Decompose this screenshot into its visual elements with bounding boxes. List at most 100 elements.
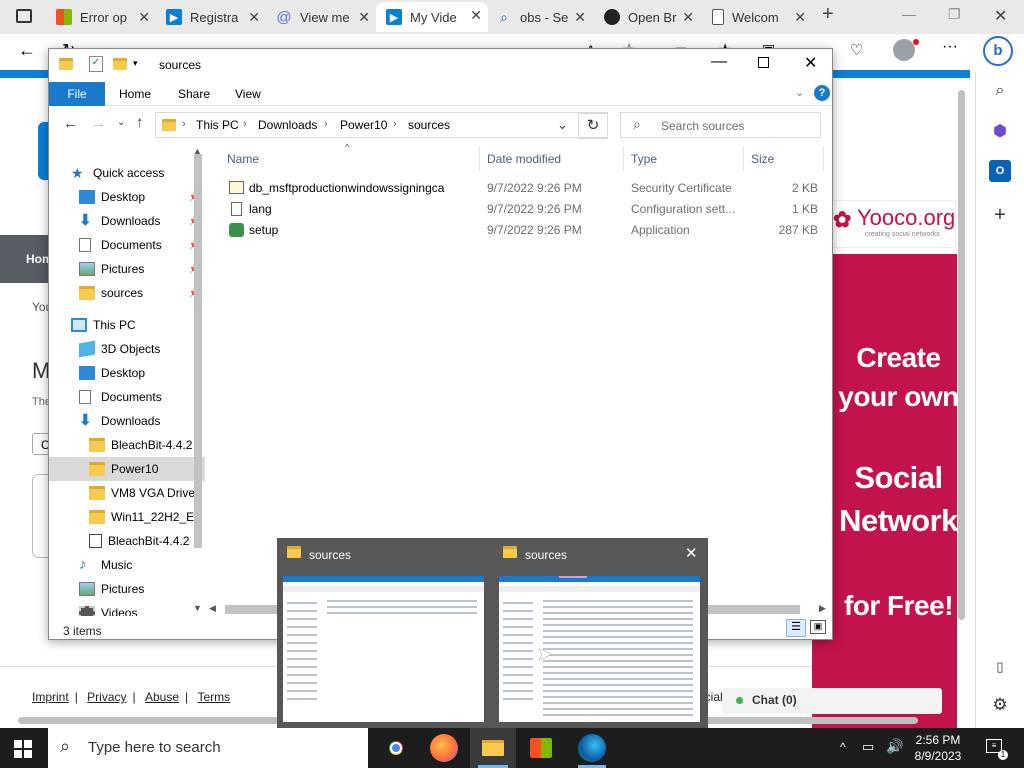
- tab-welcom[interactable]: Welcom ✕: [712, 4, 812, 30]
- recent-locations-icon[interactable]: ⌄: [117, 117, 125, 128]
- column-type[interactable]: Type: [631, 152, 657, 166]
- network-icon[interactable]: ▭: [862, 739, 874, 755]
- outlook-icon[interactable]: O: [989, 160, 1011, 182]
- footer-link-terms[interactable]: Terms: [197, 690, 230, 704]
- maximize-button[interactable]: ❐: [948, 6, 961, 23]
- sidebar-toggle-icon[interactable]: ▯: [989, 656, 1011, 678]
- nav-power10[interactable]: Power10: [49, 457, 205, 481]
- new-folder-icon[interactable]: [113, 58, 127, 70]
- file-row[interactable]: db_msftproductionwindowssigningca 9/7/20…: [225, 178, 825, 199]
- back-icon[interactable]: ←: [63, 115, 78, 132]
- nav-quick-access[interactable]: ★ Quick access: [49, 161, 205, 185]
- search-icon[interactable]: ⌕: [989, 80, 1011, 102]
- nav-quick-sources[interactable]: sources 📌: [49, 281, 205, 305]
- column-size[interactable]: Size: [751, 152, 774, 166]
- close-tab-icon[interactable]: ✕: [138, 9, 150, 26]
- nav-scroll-down-icon[interactable]: ▼: [193, 603, 202, 613]
- column-name[interactable]: Name: [227, 152, 259, 166]
- nav-pc-documents[interactable]: Documents: [49, 385, 205, 409]
- chat-button[interactable]: Chat (0): [722, 688, 942, 714]
- search-input[interactable]: ⌕ Search sources: [620, 112, 821, 138]
- profile-avatar[interactable]: [893, 39, 915, 61]
- extensions-icon[interactable]: ♡: [850, 41, 863, 59]
- tab-open-br[interactable]: Open Br ✕: [604, 4, 700, 30]
- minimize-button[interactable]: —: [902, 6, 916, 22]
- address-box[interactable]: › This PC › Downloads › Power10 › source…: [155, 112, 608, 138]
- minimize-button[interactable]: —: [711, 53, 727, 71]
- breadcrumb-power10[interactable]: Power10: [340, 118, 387, 132]
- column-date[interactable]: Date modified: [487, 152, 561, 166]
- nav-this-pc[interactable]: This PC: [49, 313, 205, 337]
- window-thumbnail-1[interactable]: sources: [277, 538, 492, 728]
- taskbar-search-box[interactable]: ⌕ Type here to search: [48, 728, 368, 768]
- footer-link-imprint[interactable]: Imprint: [32, 690, 69, 704]
- nav-videos[interactable]: Videos: [49, 601, 205, 616]
- settings-icon[interactable]: ⚙: [989, 694, 1011, 716]
- add-icon[interactable]: +: [989, 204, 1011, 226]
- details-view-icon[interactable]: ☰: [786, 619, 806, 637]
- tab-view[interactable]: View: [235, 82, 261, 106]
- close-tab-icon[interactable]: ✕: [470, 7, 482, 24]
- breadcrumb-sources[interactable]: sources: [408, 118, 450, 132]
- maximize-button[interactable]: [758, 57, 769, 68]
- nav-quick-pictures[interactable]: Pictures 📌: [49, 257, 205, 281]
- close-thumbnail-button[interactable]: ✕: [685, 544, 698, 562]
- help-icon[interactable]: ?: [814, 85, 830, 101]
- more-options-icon[interactable]: ···: [942, 38, 958, 56]
- tab-error-op[interactable]: Error op ✕: [56, 4, 156, 30]
- nav-win11[interactable]: Win11_22H2_En: [49, 505, 205, 529]
- tab-file[interactable]: File: [49, 82, 105, 106]
- nav-bleachbit-2[interactable]: BleachBit-4.4.2: [49, 529, 205, 553]
- page-button-c[interactable]: C: [32, 433, 50, 455]
- shopping-icon[interactable]: ⬢: [989, 120, 1011, 142]
- nav-pc-desktop[interactable]: Desktop: [49, 361, 205, 385]
- tab-actions-icon[interactable]: [16, 9, 32, 23]
- tab-my-vide[interactable]: ▶ My Vide ✕: [376, 2, 488, 32]
- nav-vm8-vga[interactable]: VM8 VGA Drive: [49, 481, 205, 505]
- file-row[interactable]: lang 9/7/2022 9:26 PM Configuration sett…: [225, 199, 825, 220]
- close-tab-icon[interactable]: ✕: [682, 9, 694, 26]
- file-row[interactable]: setup 9/7/2022 9:26 PM Application 287 K…: [225, 220, 825, 241]
- quick-access-toolbar-dropdown-icon[interactable]: ▾: [133, 58, 138, 69]
- page-vertical-scrollbar[interactable]: [958, 90, 965, 620]
- nav-quick-desktop[interactable]: Desktop 📌: [49, 185, 205, 209]
- nav-quick-downloads[interactable]: ⬇ Downloads 📌: [49, 209, 205, 233]
- volume-icon[interactable]: 🔊: [886, 738, 903, 755]
- footer-link-privacy[interactable]: Privacy: [87, 690, 126, 704]
- tab-registra[interactable]: ▶ Registra ✕: [166, 4, 266, 30]
- nav-pictures[interactable]: Pictures: [49, 577, 205, 601]
- window-thumbnail-2[interactable]: sources ✕: [493, 538, 708, 728]
- tab-home[interactable]: Home: [119, 82, 151, 106]
- nav-pane-scrollbar[interactable]: [194, 154, 202, 548]
- show-hidden-icons-icon[interactable]: ^: [840, 740, 846, 754]
- nav-music[interactable]: ♪ Music: [49, 553, 205, 577]
- close-tab-icon[interactable]: ✕: [574, 9, 586, 26]
- bing-copilot-icon[interactable]: b: [983, 36, 1013, 66]
- close-button[interactable]: ✕: [994, 6, 1007, 26]
- close-tab-icon[interactable]: ✕: [358, 9, 370, 26]
- close-button[interactable]: ✕: [804, 53, 817, 73]
- nav-3d-objects[interactable]: 3D Objects: [49, 337, 205, 361]
- close-tab-icon[interactable]: ✕: [248, 9, 260, 26]
- refresh-button[interactable]: ↻: [578, 113, 608, 139]
- forward-icon[interactable]: →: [91, 115, 106, 132]
- store-icon[interactable]: [530, 738, 552, 758]
- address-dropdown-icon[interactable]: ⌄: [557, 117, 568, 133]
- system-clock[interactable]: 2:56 PM 8/9/2023: [912, 732, 964, 764]
- start-button[interactable]: [14, 740, 32, 758]
- footer-link-abuse[interactable]: Abuse: [145, 690, 179, 704]
- tab-view-me[interactable]: @ View me ✕: [276, 4, 376, 30]
- nav-quick-documents[interactable]: Documents 📌: [49, 233, 205, 257]
- back-icon[interactable]: ←: [18, 40, 36, 61]
- up-icon[interactable]: ↑: [136, 114, 144, 131]
- large-icons-view-icon[interactable]: ▣: [810, 620, 826, 634]
- nav-bleachbit-1[interactable]: BleachBit-4.4.2: [49, 433, 205, 457]
- breadcrumb-downloads[interactable]: Downloads: [258, 118, 317, 132]
- scroll-right-icon[interactable]: ▶: [819, 603, 826, 614]
- tab-share[interactable]: Share: [178, 82, 210, 106]
- properties-icon[interactable]: ✓: [89, 56, 103, 72]
- edge-icon[interactable]: [578, 734, 606, 762]
- firefox-icon[interactable]: [430, 734, 458, 762]
- tab-obs-search[interactable]: ⌕ obs - Se ✕: [496, 4, 592, 30]
- close-tab-icon[interactable]: ✕: [794, 9, 806, 26]
